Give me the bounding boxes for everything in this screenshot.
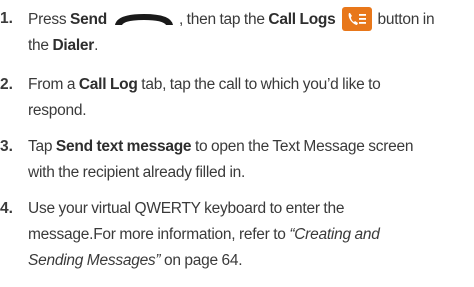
- call-log-label: Call Log: [78, 76, 138, 93]
- step-text: Use your virtual QWERTY keyboard to ente…: [28, 196, 468, 274]
- text-run: the: [28, 37, 53, 54]
- step-number: 4.: [0, 200, 13, 217]
- text-run: message.For more information, refer to: [28, 226, 290, 243]
- send-text-message-label: Send text message: [55, 138, 192, 155]
- call-logs-label: Call Logs: [268, 11, 336, 28]
- step-text: From a Call Log tab, tap the call to whi…: [28, 72, 468, 124]
- dialer-label: Dialer: [52, 37, 95, 54]
- text-run: button in: [377, 11, 435, 28]
- step-text: Tap Send text message to open the Text M…: [28, 134, 468, 186]
- reference-link-text: “Creating and: [289, 226, 380, 243]
- step-number: 2.: [0, 76, 13, 93]
- send-key-icon: [111, 10, 177, 30]
- text-run: , then tap the: [178, 11, 269, 28]
- text-run: Use your virtual QWERTY keyboard to ente…: [28, 200, 345, 217]
- text-run: tab, tap the call to which you’d like to: [137, 76, 381, 93]
- step-number: 3.: [0, 138, 13, 155]
- call-logs-icon: [341, 6, 373, 32]
- text-run: with the recipient already filled in.: [28, 164, 246, 181]
- text-run: From a: [28, 76, 79, 93]
- step-number: 1.: [0, 10, 13, 27]
- text-run: Press: [28, 11, 71, 28]
- text-run: to open the Text Message screen: [191, 138, 414, 155]
- step-text: Press Send , then tap the Call Logs button…: [28, 6, 468, 59]
- text-run: respond.: [28, 102, 87, 119]
- reference-link-text: Sending Messages”: [28, 252, 161, 269]
- text-run: .: [94, 37, 99, 54]
- text-run: Tap: [28, 138, 56, 155]
- text-run: on page 64.: [160, 252, 243, 269]
- send-label: Send: [70, 11, 107, 28]
